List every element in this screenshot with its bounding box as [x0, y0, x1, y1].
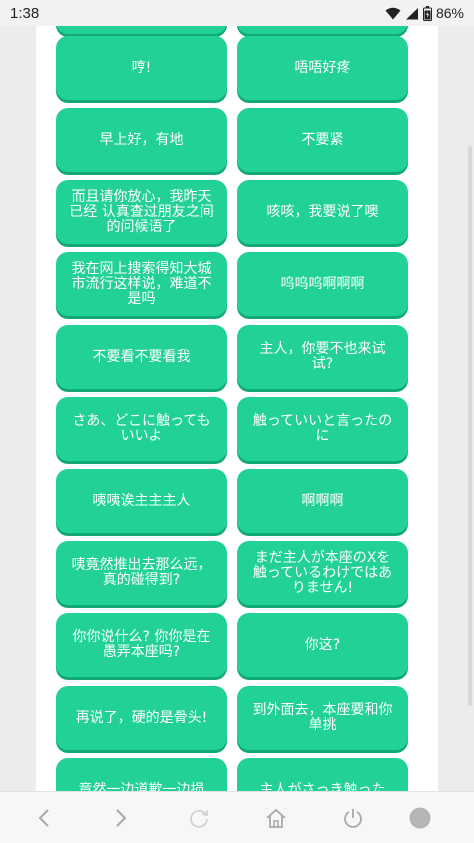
phrase-button[interactable]: 而且请你放心，我昨天已经 认真查过朋友之间的问候语了 — [56, 180, 227, 244]
phrase-button[interactable]: 主人，你要不也来试试? — [237, 325, 408, 389]
back-button[interactable] — [29, 804, 59, 832]
phrase-button[interactable] — [237, 26, 408, 34]
phrase-button[interactable]: 唔唔好疼 — [237, 36, 408, 100]
phrase-button[interactable]: 啊啊啊 — [237, 469, 408, 533]
phrase-button[interactable]: 咳咳，我要说了噢 — [237, 180, 408, 244]
battery-level: 86% — [435, 5, 464, 21]
power-icon — [342, 807, 364, 829]
refresh-icon — [188, 807, 210, 829]
phrase-button[interactable]: 不要紧 — [237, 108, 408, 172]
phrase-button[interactable]: 主人がさっき触った — [237, 758, 408, 791]
wifi-icon — [385, 7, 401, 20]
home-icon — [265, 807, 287, 829]
back-icon — [38, 808, 50, 828]
phrase-button[interactable]: 早上好，有地 — [56, 108, 227, 172]
phrase-button[interactable]: 你你说什么? 你你是在愚弄本座吗? — [56, 613, 227, 677]
phrase-button[interactable]: 你这? — [237, 613, 408, 677]
phrase-button[interactable]: 到外面去，本座要和你单挑 — [237, 686, 408, 750]
phrase-button[interactable]: 呜呜呜啊啊啊 — [237, 252, 408, 316]
phrase-button[interactable]: 我在网上搜索得知大城市流行这样说，难道不是吗 — [56, 252, 227, 316]
signal-icon — [405, 7, 419, 20]
status-time: 1:38 — [10, 4, 40, 22]
scrollbar[interactable] — [468, 146, 472, 706]
battery-icon — [422, 5, 432, 21]
status-bar: 1:38 86% — [0, 0, 474, 26]
forward-icon — [115, 808, 127, 828]
phrase-button[interactable]: 咦咦诶主主主人 — [56, 469, 227, 533]
status-icons: 86% — [385, 5, 464, 21]
content-viewport[interactable]: 哼! 唔唔好疼 早上好，有地 不要紧 而且请你放心，我昨天已经 认真查过朋友之间… — [0, 26, 474, 791]
record-button[interactable] — [405, 804, 435, 832]
home-button[interactable] — [261, 804, 291, 832]
record-icon — [408, 806, 432, 830]
forward-button[interactable] — [106, 804, 136, 832]
phrase-button[interactable]: 不要看不要看我 — [56, 325, 227, 389]
power-button[interactable] — [338, 804, 368, 832]
phrase-button[interactable]: 哼! — [56, 36, 227, 100]
phrase-button[interactable]: 触っていいと言ったのに — [237, 397, 408, 461]
bottom-nav-bar — [0, 791, 474, 843]
content-card: 哼! 唔唔好疼 早上好，有地 不要紧 而且请你放心，我昨天已经 认真查过朋友之间… — [36, 26, 438, 791]
phrase-button[interactable]: 竟然一边道歉一边损 — [56, 758, 227, 791]
refresh-button[interactable] — [184, 804, 214, 832]
phrase-button[interactable]: 再说了，硬的是骨头! — [56, 686, 227, 750]
phrase-button[interactable]: さあ、どこに触ってもいいよ — [56, 397, 227, 461]
phrase-button[interactable] — [56, 26, 227, 34]
phrase-button[interactable]: まだ主人が本座のXを触っているわけではありません! — [237, 541, 408, 605]
phrase-button[interactable]: 咦竟然推出去那么远，真的碰得到? — [56, 541, 227, 605]
